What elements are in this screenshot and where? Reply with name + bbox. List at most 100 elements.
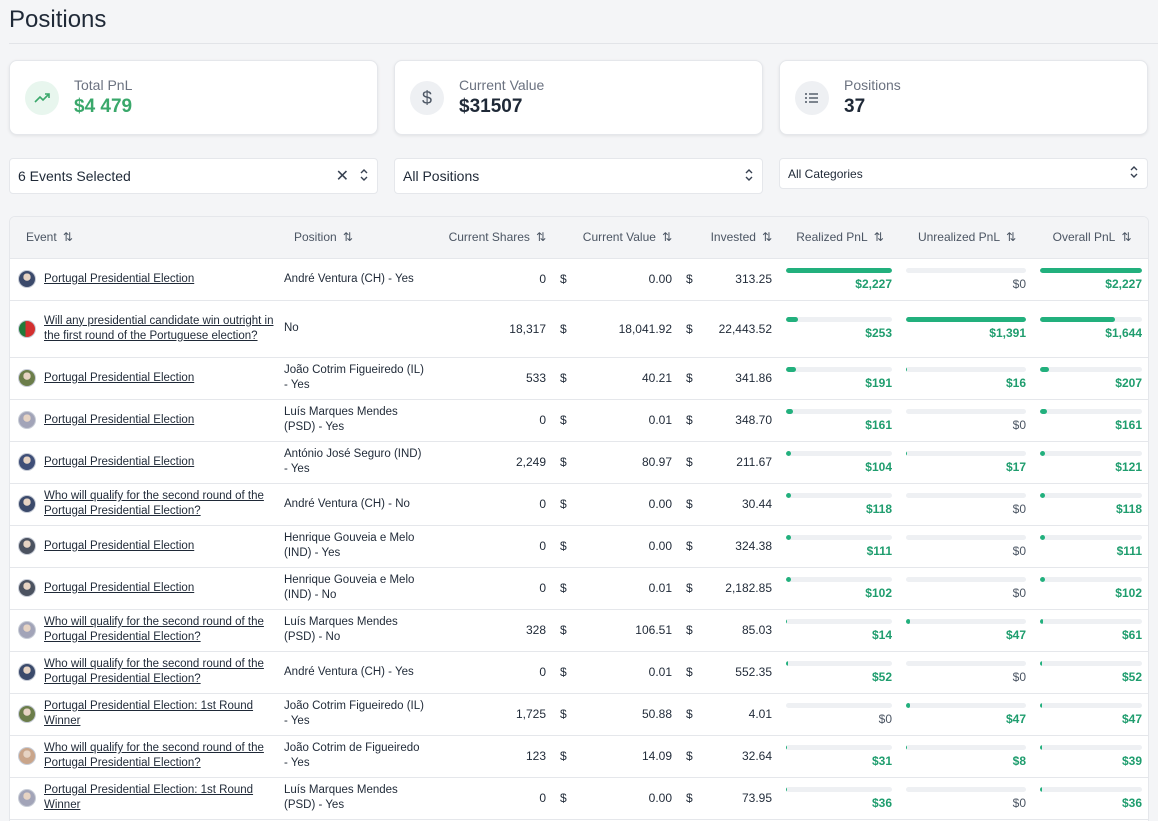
invested-cell: $552.35 bbox=[680, 665, 780, 679]
realized-pnl-cell: $111 bbox=[780, 534, 900, 558]
currency-symbol: $ bbox=[560, 539, 567, 553]
realized-pnl-cell: $104 bbox=[780, 450, 900, 474]
sort-icon[interactable]: ⇅ bbox=[1121, 230, 1131, 244]
event-link[interactable]: Who will qualify for the second round of… bbox=[44, 657, 278, 687]
table-row[interactable]: Who will qualify for the second round of… bbox=[10, 651, 1148, 694]
invested-cell: $85.03 bbox=[680, 623, 780, 637]
currency-symbol: $ bbox=[686, 581, 693, 595]
realized-pnl-bar-fill bbox=[786, 366, 796, 372]
event-link[interactable]: Portugal Presidential Election bbox=[44, 413, 194, 428]
column-header-event[interactable]: Event ⇅ bbox=[10, 217, 278, 259]
column-header-realized-pnl[interactable]: Realized PnL ⇅ bbox=[780, 217, 900, 259]
current-value-cell: $0.01 bbox=[554, 581, 680, 595]
sort-icon[interactable]: ⇅ bbox=[662, 230, 672, 244]
column-header-current-shares[interactable]: Current Shares ⇅ bbox=[430, 217, 554, 259]
overall-pnl-cell: $1,644 bbox=[1034, 317, 1148, 340]
overall-pnl-cell: $36 bbox=[1034, 786, 1148, 810]
event-link[interactable]: Will any presidential candidate win outr… bbox=[44, 314, 278, 344]
sort-icon[interactable]: ⇅ bbox=[1006, 230, 1016, 244]
event-link[interactable]: Portugal Presidential Election bbox=[44, 455, 194, 470]
event-link[interactable]: Portugal Presidential Election bbox=[44, 539, 194, 554]
event-link[interactable]: Who will qualify for the second round of… bbox=[44, 489, 278, 519]
unrealized-pnl-bar bbox=[906, 744, 1026, 750]
table-row[interactable]: Portugal Presidential Election: 1st Roun… bbox=[10, 693, 1148, 736]
event-link[interactable]: Portugal Presidential Election bbox=[44, 581, 194, 596]
current-value-amount: 0.00 bbox=[648, 791, 672, 805]
clear-icon[interactable]: ✕ bbox=[336, 166, 349, 186]
position-label: João Cotrim de Figueiredo - Yes bbox=[284, 742, 420, 769]
unrealized-pnl-value: $17 bbox=[1005, 459, 1026, 474]
sort-icon[interactable]: ⇅ bbox=[63, 230, 73, 244]
currency-symbol: $ bbox=[686, 707, 693, 721]
overall-pnl-bar-fill bbox=[1040, 534, 1046, 540]
position-label: André Ventura (CH) - No bbox=[284, 497, 410, 510]
currency-symbol: $ bbox=[560, 371, 567, 385]
column-header-current-value[interactable]: Current Value ⇅ bbox=[554, 217, 680, 259]
column-header-position[interactable]: Position ⇅ bbox=[278, 217, 430, 259]
portugal-flag-icon bbox=[18, 319, 36, 338]
event-link[interactable]: Portugal Presidential Election: 1st Roun… bbox=[44, 699, 278, 729]
unrealized-pnl-bar-fill bbox=[906, 317, 1026, 322]
invested-cell: $73.95 bbox=[680, 791, 780, 805]
unrealized-pnl-value: $0 bbox=[1012, 501, 1026, 516]
positions-table: Event ⇅ Position ⇅ Current Shares ⇅ Current… bbox=[9, 216, 1149, 821]
card-label: Positions bbox=[844, 77, 901, 93]
table-row[interactable]: Portugal Presidential Election Luís Marq… bbox=[10, 399, 1148, 442]
events-filter-select[interactable]: 6 Events Selected ✕ bbox=[9, 158, 378, 194]
sort-icon[interactable]: ⇅ bbox=[874, 230, 884, 244]
table-row[interactable]: Portugal Presidential Election Henrique … bbox=[10, 567, 1148, 610]
event-link[interactable]: Who will qualify for the second round of… bbox=[44, 615, 278, 645]
overall-pnl-bar-fill bbox=[1040, 660, 1043, 666]
invested-cell: $211.67 bbox=[680, 455, 780, 469]
invested-amount: 22,443.52 bbox=[718, 321, 772, 336]
table-row[interactable]: Portugal Presidential Election: 1st Roun… bbox=[10, 777, 1148, 820]
table-row[interactable]: Who will qualify for the second round of… bbox=[10, 609, 1148, 652]
positions-filter-select[interactable]: All Positions bbox=[394, 158, 763, 194]
currency-symbol: $ bbox=[560, 455, 567, 469]
categories-filter-select[interactable]: All Categories bbox=[779, 158, 1148, 189]
table-row[interactable]: Portugal Presidential Election Henrique … bbox=[10, 525, 1148, 568]
overall-pnl-bar-fill bbox=[1040, 450, 1046, 456]
currency-symbol: $ bbox=[560, 581, 567, 595]
realized-pnl-bar-fill bbox=[786, 534, 792, 540]
overall-pnl-value: $47 bbox=[1121, 711, 1142, 726]
sort-icon[interactable]: ⇅ bbox=[343, 230, 353, 244]
table-row[interactable]: Will any presidential candidate win outr… bbox=[10, 300, 1148, 358]
event-link[interactable]: Portugal Presidential Election bbox=[44, 371, 194, 386]
column-header-unrealized-pnl[interactable]: Unrealized PnL ⇅ bbox=[900, 217, 1034, 259]
currency-symbol: $ bbox=[686, 791, 693, 805]
unrealized-pnl-value: $1,391 bbox=[989, 326, 1026, 340]
table-row[interactable]: Who will qualify for the second round of… bbox=[10, 483, 1148, 526]
column-header-invested[interactable]: Invested ⇅ bbox=[680, 217, 780, 259]
position-label: Henrique Gouveia e Melo (IND) - No bbox=[284, 574, 415, 601]
unrealized-pnl-cell: $0 bbox=[900, 576, 1034, 600]
table-row[interactable]: Portugal Presidential Election André Ven… bbox=[10, 258, 1148, 301]
currency-symbol: $ bbox=[686, 749, 693, 763]
realized-pnl-cell: $0 bbox=[780, 702, 900, 726]
overall-pnl-value: $121 bbox=[1115, 459, 1142, 474]
invested-cell: $30.44 bbox=[680, 497, 780, 511]
chevron-updown-icon bbox=[744, 168, 754, 185]
overall-pnl-cell: $47 bbox=[1034, 702, 1148, 726]
event-link[interactable]: Portugal Presidential Election bbox=[44, 272, 194, 287]
table-row[interactable]: Who will qualify for the second round of… bbox=[10, 735, 1148, 778]
current-shares-cell: 18,317 bbox=[430, 300, 554, 358]
sort-icon[interactable]: ⇅ bbox=[762, 230, 772, 244]
event-link[interactable]: Portugal Presidential Election: 1st Roun… bbox=[44, 783, 278, 813]
position-label: Luís Marques Mendes (PSD) - No bbox=[284, 616, 398, 643]
event-link[interactable]: Who will qualify for the second round of… bbox=[44, 741, 278, 771]
table-row[interactable]: Portugal Presidential Election António J… bbox=[10, 441, 1148, 484]
realized-pnl-bar bbox=[786, 408, 892, 414]
realized-pnl-cell: $102 bbox=[780, 576, 900, 600]
table-row[interactable]: Portugal Presidential Election João Cotr… bbox=[10, 357, 1148, 400]
candidate-avatar bbox=[18, 495, 36, 513]
current-value-cell: $0.00 bbox=[554, 272, 680, 286]
sort-icon[interactable]: ⇅ bbox=[536, 230, 546, 244]
candidate-avatar bbox=[18, 369, 36, 387]
invested-amount: 32.64 bbox=[741, 749, 772, 763]
realized-pnl-cell: $118 bbox=[780, 492, 900, 516]
realized-pnl-bar bbox=[786, 492, 892, 498]
current-shares-cell: 533 bbox=[430, 357, 554, 400]
column-header-overall-pnl[interactable]: Overall PnL ⇅ bbox=[1034, 217, 1148, 259]
chevron-updown-icon bbox=[359, 168, 369, 185]
